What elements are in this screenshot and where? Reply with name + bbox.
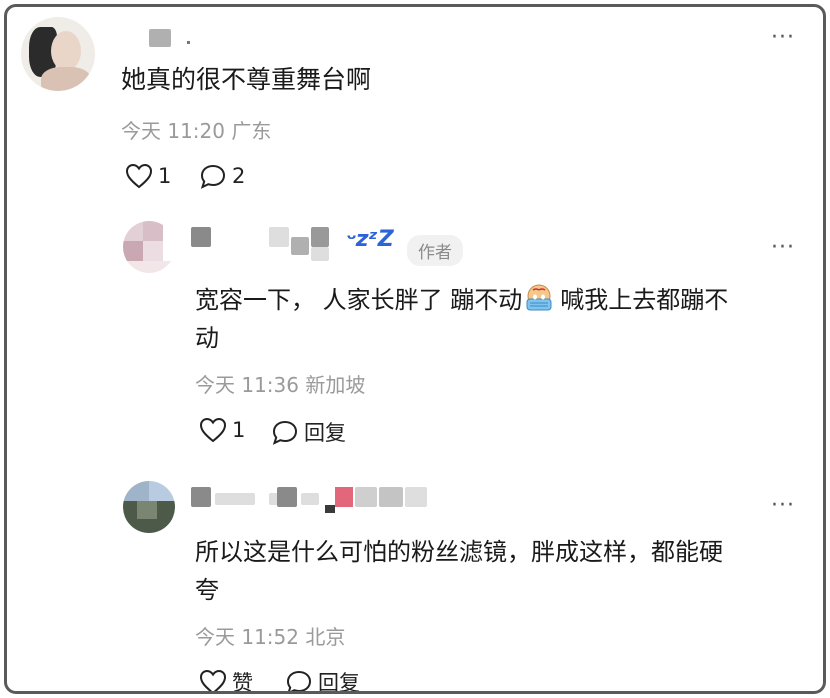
like-count: 1	[232, 418, 246, 442]
username-dot	[187, 41, 190, 44]
like-count: 1	[158, 164, 172, 188]
username-redacted[interactable]	[277, 487, 297, 507]
more-options-button[interactable]: ···	[771, 237, 795, 259]
like-label: 赞	[232, 671, 253, 694]
comment-text-line2: 夸	[195, 576, 219, 604]
speech-bubble-icon	[272, 420, 298, 445]
more-options-button[interactable]: ···	[771, 27, 795, 49]
heart-outline-icon	[125, 163, 153, 189]
comment-location: 北京	[305, 625, 346, 649]
reply-label: 回复	[318, 671, 360, 694]
username-redacted[interactable]	[355, 487, 377, 507]
comment-button[interactable]: 2	[199, 163, 245, 189]
username-redacted[interactable]	[215, 493, 255, 505]
avatar[interactable]	[123, 221, 175, 273]
username-redacted[interactable]	[335, 487, 353, 507]
username-redacted[interactable]	[301, 493, 319, 505]
comment-time: 今天 11:52	[195, 625, 299, 649]
username-redacted[interactable]	[311, 227, 329, 247]
like-button[interactable]: 赞	[199, 667, 253, 694]
username-redacted[interactable]	[379, 487, 403, 507]
comment-text: 所以这是什么可怕的粉丝滤镜，胖成这样，都能硬 夸	[195, 533, 723, 609]
author-badge: 作者	[407, 235, 463, 266]
avatar[interactable]	[123, 481, 175, 533]
comment-location: 新加坡	[305, 373, 366, 397]
comment-thread: ··· 她真的很不尊重舞台啊 今天 11:20 广东 1 2 ᵕzᶻZ 作者 ·…	[4, 4, 826, 694]
more-options-button[interactable]: ···	[771, 495, 795, 517]
username-redacted[interactable]	[405, 487, 427, 507]
username-redacted[interactable]	[191, 487, 211, 507]
comment-text-line1: 宽容一下， 人家长胖了 蹦不动	[195, 286, 523, 314]
comment-meta: 今天 11:52 北京	[195, 621, 345, 650]
avatar[interactable]	[21, 17, 95, 91]
comment-text: 宽容一下， 人家长胖了 蹦不动 喊我上去都蹦不 动	[195, 281, 728, 357]
reply-label: 回复	[304, 421, 346, 445]
comment-text-line2: 动	[195, 324, 219, 352]
username-redacted[interactable]	[269, 227, 289, 247]
name-emoji: ᵕzᶻZ	[345, 227, 394, 252]
heart-outline-icon	[199, 669, 227, 691]
speech-bubble-icon	[286, 670, 312, 691]
like-button[interactable]: 1	[199, 417, 245, 443]
speech-bubble-icon	[200, 164, 226, 189]
comment-text-line1: 所以这是什么可怕的粉丝滤镜，胖成这样，都能硬	[195, 538, 723, 566]
comment-location: 广东	[231, 119, 272, 143]
comment-time: 今天 11:20	[121, 119, 225, 143]
username-redacted[interactable]	[191, 227, 211, 247]
reply-button[interactable]: 回复	[271, 417, 346, 447]
reply-button[interactable]: 回复	[285, 667, 360, 694]
username-redacted[interactable]	[149, 29, 171, 47]
comment-text-line1b: 喊我上去都蹦不	[560, 286, 729, 314]
reply-count: 2	[232, 164, 246, 188]
crying-face-emoji-icon	[524, 283, 554, 313]
comment-meta: 今天 11:20 广东	[121, 115, 271, 144]
username-redacted[interactable]	[325, 505, 335, 513]
username-redacted[interactable]	[291, 237, 309, 255]
heart-outline-icon	[199, 417, 227, 443]
like-button[interactable]: 1	[125, 163, 171, 189]
comment-time: 今天 11:36	[195, 373, 299, 397]
comment-meta: 今天 11:36 新加坡	[195, 369, 365, 398]
username-redacted[interactable]	[311, 247, 329, 261]
comment-text: 她真的很不尊重舞台啊	[121, 65, 372, 94]
